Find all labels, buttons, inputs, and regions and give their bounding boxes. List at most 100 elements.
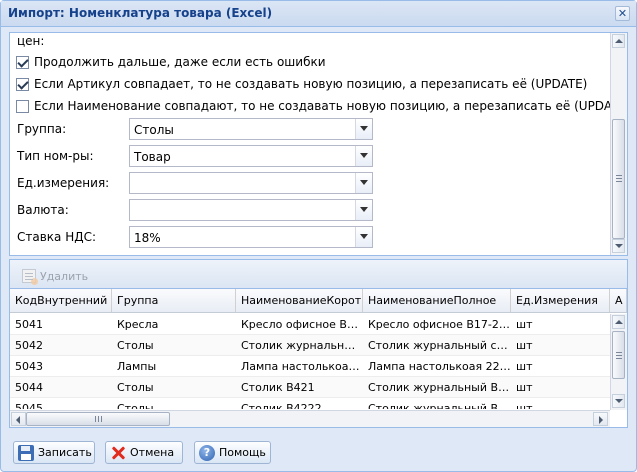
update-by-article-checkbox[interactable] — [16, 77, 29, 91]
options-panel: цен: Продолжить дальше, даже если есть о… — [9, 32, 628, 256]
grid-body: 5041 Кресла Кресло офисное B17... Кресло… — [10, 314, 610, 409]
group-combo[interactable]: Столы — [129, 118, 373, 140]
scrollbar-thumb[interactable] — [26, 412, 170, 426]
cell-full-name: Кресло офисное B17-257 ... — [368, 318, 511, 331]
update-by-name-checkbox[interactable] — [16, 99, 29, 113]
column-header[interactable]: Группа — [112, 289, 236, 312]
grip-line — [616, 352, 622, 353]
item-type-combo[interactable]: Товар — [129, 145, 373, 167]
close-icon: ✕ — [617, 7, 628, 20]
grip-line — [616, 175, 622, 176]
preview-grid: Удалить КодВнутренний Группа Наименовани… — [9, 259, 628, 428]
cell-group: Столы — [117, 381, 154, 394]
delete-label: Удалить — [40, 269, 89, 283]
grip-line — [616, 181, 622, 182]
grip-line — [95, 416, 96, 422]
cell-group: Кресла — [117, 318, 159, 331]
save-button[interactable]: Записать — [13, 441, 95, 464]
cell-group: Столы — [117, 402, 154, 409]
cell-unit: шт — [516, 402, 533, 409]
item-type-label: Тип ном-ры: — [17, 149, 94, 163]
group-value: Столы — [134, 123, 174, 137]
cell-code: 5041 — [15, 318, 43, 331]
grip-line — [616, 178, 622, 179]
group-label: Группа: — [17, 122, 67, 136]
continue-on-errors-checkbox[interactable] — [16, 55, 29, 69]
scroll-up-arrow-icon[interactable] — [612, 34, 625, 48]
continue-on-errors-checkbox-row[interactable]: Продолжить дальше, даже если есть ошибки — [16, 53, 326, 71]
column-header[interactable]: Ед.Измерения — [511, 289, 610, 312]
update-by-name-checkbox-row[interactable]: Если Наименование совпадают, то не созда… — [16, 97, 610, 115]
grid-toolbar: Удалить — [10, 260, 627, 289]
chevron-down-icon[interactable] — [355, 227, 372, 247]
grip-line — [616, 358, 622, 359]
currency-combo[interactable] — [129, 199, 373, 221]
title-bar[interactable]: Импорт: Номенклатура товара (Excel) ✕ — [1, 1, 636, 27]
cell-short-name: Столик журнальны... — [241, 339, 363, 352]
checkbox-label: Продолжить дальше, даже если есть ошибки — [34, 55, 326, 69]
vat-rate-label: Ставка НДС: — [17, 230, 97, 244]
currency-label: Валюта: — [17, 203, 69, 217]
column-header[interactable]: КодВнутренний — [10, 289, 112, 312]
cell-short-name: Столик B4222 — [241, 402, 322, 409]
options-scrollbar[interactable] — [610, 33, 627, 255]
close-button[interactable]: ✕ — [615, 6, 630, 21]
column-header[interactable]: НаименованиеКороткое — [236, 289, 363, 312]
cell-short-name: Столик B421 — [241, 381, 315, 394]
chevron-down-icon[interactable] — [355, 146, 372, 166]
item-type-value: Товар — [134, 150, 171, 164]
help-button[interactable]: ? Помощь — [194, 441, 271, 464]
grid-header: КодВнутренний Группа НаименованиеКоротко… — [10, 289, 627, 313]
dialog-title: Импорт: Номенклатура товара (Excel) — [8, 6, 273, 20]
cancel-button[interactable]: Отмена — [105, 441, 183, 464]
save-icon — [18, 444, 34, 461]
unit-label: Ед.измерения: — [17, 176, 110, 190]
scroll-down-arrow-icon[interactable] — [612, 239, 625, 253]
cell-full-name: Столик журнальный B421 — [368, 381, 511, 394]
update-by-article-checkbox-row[interactable]: Если Артикул совпадает, то не создавать … — [16, 75, 587, 93]
scroll-left-arrow-icon[interactable] — [11, 412, 26, 426]
table-row[interactable]: 5045 Столы Столик B4222 Столик журнальны… — [10, 398, 610, 409]
save-label: Записать — [38, 446, 92, 459]
scroll-up-arrow-icon[interactable] — [612, 315, 625, 329]
chevron-down-icon[interactable] — [355, 173, 372, 193]
grip-line — [101, 416, 102, 422]
cell-unit: шт — [516, 360, 533, 373]
checkbox-label: Если Артикул совпадает, то не создавать … — [34, 77, 588, 91]
dialog-footer: Записать Отмена ? Помощь — [1, 437, 636, 467]
column-header[interactable]: А — [610, 289, 627, 312]
cell-unit: шт — [516, 381, 533, 394]
scroll-right-arrow-icon[interactable] — [593, 412, 608, 426]
vat-rate-combo[interactable]: 18% — [129, 226, 373, 248]
scrollbar-thumb[interactable] — [612, 331, 625, 379]
unit-combo[interactable] — [129, 172, 373, 194]
cell-group: Столы — [117, 339, 154, 352]
grip-line — [98, 416, 99, 422]
cell-code: 5042 — [15, 339, 43, 352]
table-row[interactable]: 5042 Столы Столик журнальны... Столик жу… — [10, 335, 610, 356]
grid-vertical-scrollbar[interactable] — [610, 314, 627, 410]
scroll-down-arrow-icon[interactable] — [612, 394, 625, 408]
cell-full-name: Столик журнальный сте... — [368, 339, 511, 352]
cell-code: 5044 — [15, 381, 43, 394]
grip-line — [616, 355, 622, 356]
table-row[interactable]: 5043 Лампы Лампа настолькоая ... Лампа н… — [10, 356, 610, 377]
table-row[interactable]: 5044 Столы Столик B421 Столик журнальный… — [10, 377, 610, 398]
vat-rate-value: 18% — [134, 231, 161, 245]
cell-full-name: Лампа настолькоая 220В — [368, 360, 511, 373]
grid-horizontal-scrollbar[interactable] — [10, 410, 610, 427]
help-label: Помощь — [219, 446, 266, 459]
options-content: цен: Продолжить дальше, даже если есть о… — [10, 33, 610, 255]
cell-code: 5045 — [15, 402, 43, 409]
column-header[interactable]: НаименованиеПолное — [363, 289, 511, 312]
cell-group: Лампы — [117, 360, 157, 373]
scrollbar-thumb[interactable] — [612, 119, 625, 239]
help-icon: ? — [199, 444, 215, 461]
chevron-down-icon[interactable] — [355, 119, 372, 139]
cell-code: 5043 — [15, 360, 43, 373]
delete-button[interactable]: Удалить — [22, 268, 89, 285]
cell-short-name: Лампа настолькоая ... — [241, 360, 363, 373]
cancel-icon — [110, 445, 126, 461]
table-row[interactable]: 5041 Кресла Кресло офисное B17... Кресло… — [10, 314, 610, 335]
chevron-down-icon[interactable] — [355, 200, 372, 220]
